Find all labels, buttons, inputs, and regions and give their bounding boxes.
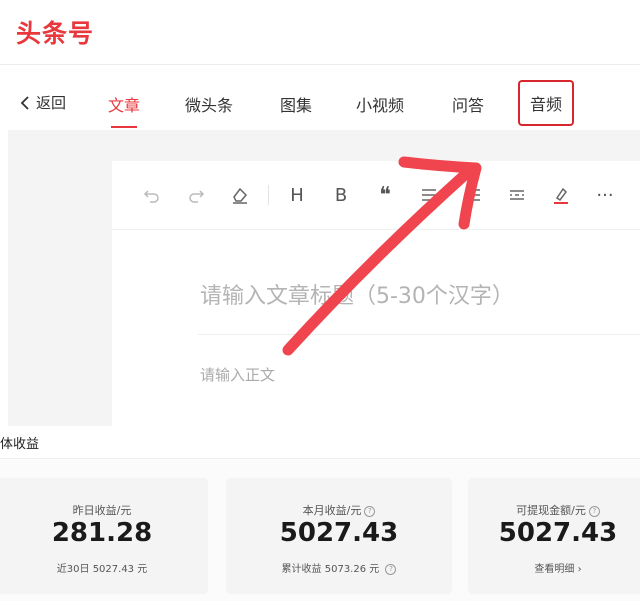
editor-nav: 返回 文章 微头条 图集 小视频 问答 音频	[0, 78, 640, 128]
help-icon[interactable]: ?	[588, 505, 600, 517]
revenue-section-tab[interactable]: 体收益	[0, 433, 40, 461]
bold-icon[interactable]: B	[319, 173, 363, 217]
card-value: 281.28	[51, 518, 153, 548]
footer-label: 查看明细	[534, 564, 575, 575]
redo-icon[interactable]	[174, 173, 218, 217]
back-button[interactable]: 返回	[18, 92, 66, 113]
editor-toolbar: H B ❝ ···	[112, 161, 640, 230]
view-details-link[interactable]: 查看明细 ›	[468, 560, 640, 575]
undo-icon[interactable]	[130, 173, 174, 217]
tab-short-video[interactable]: 小视频	[356, 92, 404, 116]
highlight-icon[interactable]	[539, 173, 583, 217]
quote-icon[interactable]: ❝	[363, 173, 407, 217]
divider-icon[interactable]	[495, 173, 539, 217]
eraser-icon[interactable]	[218, 173, 262, 217]
footer-value: 5027.43 元	[92, 564, 148, 575]
footer-label: 累计收益	[281, 564, 322, 575]
body-input[interactable]: 请输入正文	[200, 364, 275, 385]
help-icon[interactable]: ?	[385, 563, 397, 575]
article-editor: 请输入文章标题（5-30个汉字） 请输入正文	[112, 230, 640, 426]
align-icon[interactable]	[451, 173, 495, 217]
toutiao-logo: 头条号	[16, 19, 95, 48]
card-label: 本月收益/元?	[226, 502, 452, 518]
card-label: 可提现金额/元?	[468, 502, 640, 518]
chevron-left-icon	[20, 95, 29, 110]
toolbar-separator	[268, 185, 269, 205]
list-icon[interactable]	[407, 173, 451, 217]
chevron-right-icon: ›	[577, 564, 582, 575]
help-icon[interactable]: ?	[364, 505, 376, 517]
tab-audio[interactable]: 音频	[518, 80, 575, 126]
withdrawable-card: 可提现金额/元? 5027.43 查看明细 ›	[468, 478, 640, 594]
footer-value: 5073.26 元	[324, 564, 380, 575]
card-label: 昨日收益/元	[72, 504, 132, 517]
tab-article[interactable]: 文章	[108, 92, 140, 128]
tab-qa[interactable]: 问答	[452, 92, 484, 116]
heading-icon[interactable]: H	[275, 173, 319, 217]
more-icon[interactable]: ···	[583, 173, 627, 217]
month-revenue-card: 本月收益/元? 5027.43 累计收益 5073.26 元 ?	[226, 478, 452, 594]
header-divider	[0, 64, 640, 65]
card-value: 5027.43	[279, 518, 399, 548]
title-divider	[198, 334, 640, 335]
card-value: 5027.43	[498, 518, 618, 548]
card-footer: 近30日 5027.43 元	[0, 560, 208, 575]
footer-label: 近30日	[56, 564, 90, 575]
title-input[interactable]: 请输入文章标题（5-30个汉字）	[200, 278, 514, 310]
yesterday-revenue-card: 昨日收益/元 281.28 近30日 5027.43 元	[0, 478, 208, 594]
tab-gallery[interactable]: 图集	[280, 92, 312, 116]
card-footer: 累计收益 5073.26 元 ?	[226, 560, 452, 575]
tab-micro-headline[interactable]: 微头条	[185, 92, 233, 116]
back-label: 返回	[36, 94, 67, 112]
